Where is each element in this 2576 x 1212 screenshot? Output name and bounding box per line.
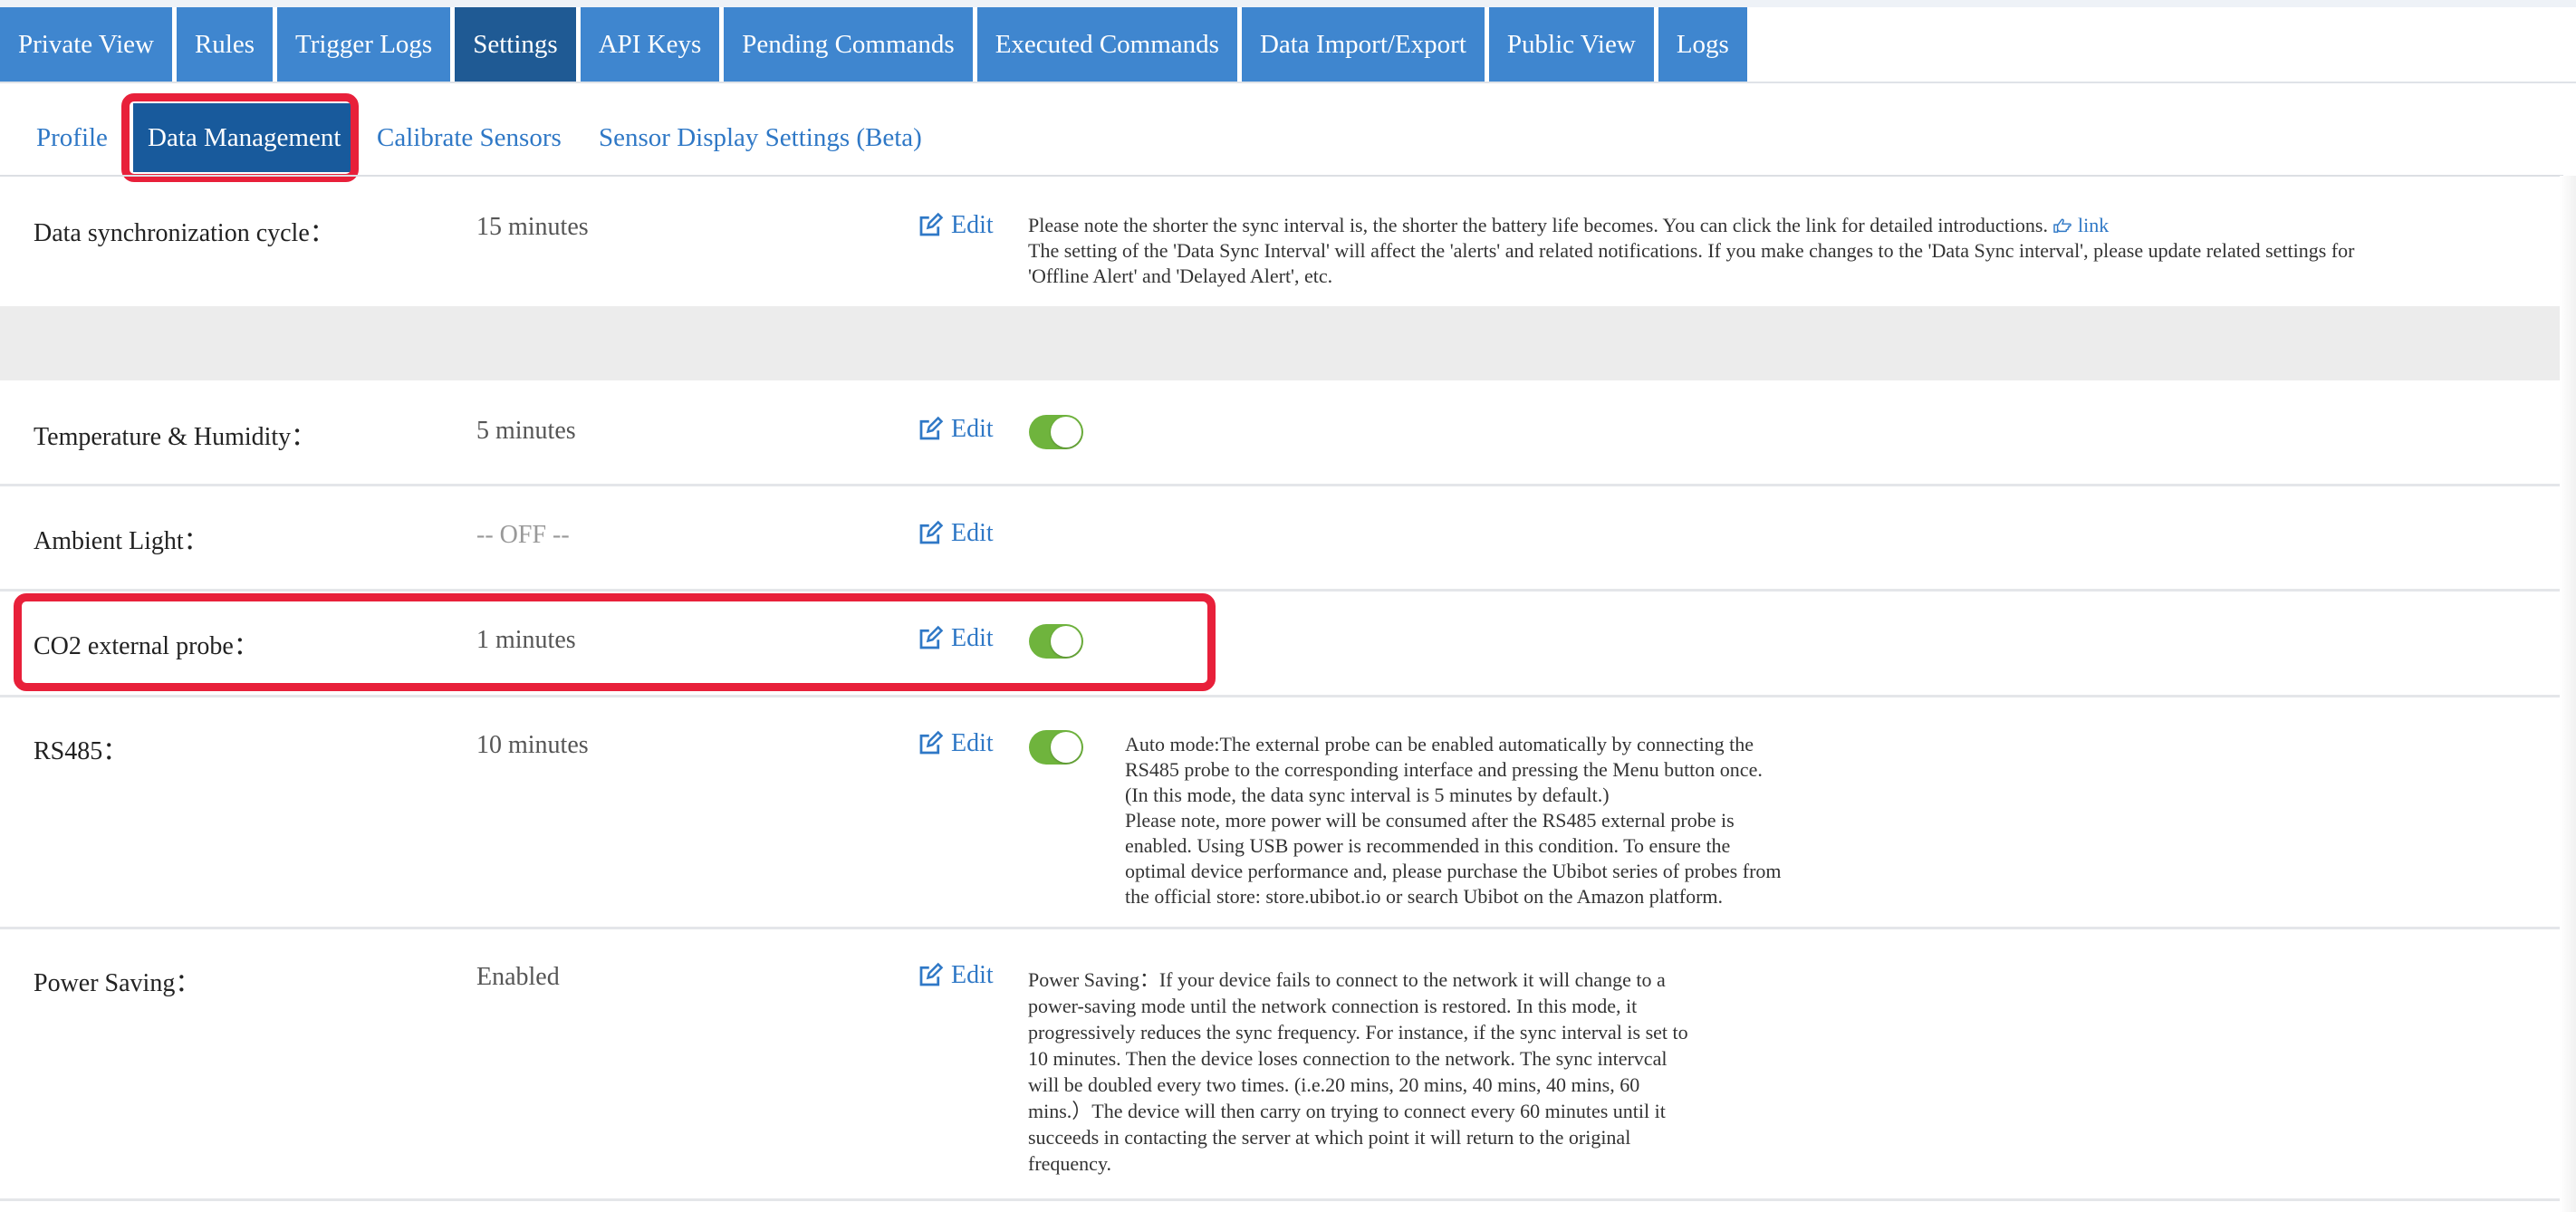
pointing-hand-icon bbox=[2053, 218, 2072, 233]
row-label: RS485： bbox=[34, 737, 129, 765]
sync-note: Please note the shorter the sync interva… bbox=[1028, 213, 2550, 289]
row-label: Temperature & Humidity： bbox=[34, 423, 317, 451]
subtab-profile[interactable]: Profile bbox=[36, 94, 108, 181]
edit-button[interactable]: Edit bbox=[917, 519, 994, 548]
power-note-line: mins.）The device will then carry on tryi… bbox=[1028, 1100, 1666, 1122]
sync-note-line: Please note the shorter the sync interva… bbox=[1028, 214, 2048, 236]
power-note-line: Power Saving：If your device fails to con… bbox=[1028, 968, 1666, 991]
edit-button[interactable]: Edit bbox=[917, 415, 994, 444]
row-value: -- OFF -- bbox=[476, 521, 570, 549]
rs485-note-line: Auto mode:The external probe can be enab… bbox=[1125, 733, 1754, 755]
row-value: 5 minutes bbox=[476, 417, 576, 445]
edit-icon bbox=[919, 962, 944, 986]
tab-executed-commands[interactable]: Executed Commands bbox=[976, 7, 1237, 82]
row-ambient-light: Ambient Light： -- OFF -- Edit bbox=[0, 486, 2563, 592]
toggle-knob bbox=[1051, 732, 1081, 763]
sync-note-line: 'Offline Alert' and 'Delayed Alert', etc… bbox=[1028, 265, 1333, 287]
row-power-saving: Power Saving： Enabled Edit Power Saving：… bbox=[0, 929, 2563, 1201]
power-note-line: will be doubled every two times. (i.e.20… bbox=[1028, 1073, 1640, 1096]
highlight-box-data-management bbox=[121, 93, 359, 182]
edit-button[interactable]: Edit bbox=[917, 961, 994, 990]
row-label: Power Saving： bbox=[34, 969, 201, 997]
row-rs485: RS485： 10 minutes Edit Auto mode:The ext… bbox=[0, 697, 2563, 929]
power-saving-note: Power Saving：If your device fails to con… bbox=[1028, 967, 1843, 1177]
power-note-line: 10 minutes. Then the device loses connec… bbox=[1028, 1047, 1668, 1070]
rs485-note-line: the official store: store.ubibot.io or s… bbox=[1125, 885, 1724, 908]
power-note-line: succeeds in contacting the server at whi… bbox=[1028, 1126, 1631, 1149]
tab-pending-commands[interactable]: Pending Commands bbox=[724, 7, 973, 82]
row-value: 10 minutes bbox=[476, 731, 589, 759]
power-note-line: power-saving mode until the network conn… bbox=[1028, 995, 1638, 1017]
rs485-note-line: enabled. Using USB power is recommended … bbox=[1125, 834, 1731, 857]
rs485-note-line: Please note, more power will be consumed… bbox=[1125, 809, 1735, 832]
rs485-note-line: (In this mode, the data sync interval is… bbox=[1125, 784, 1610, 806]
settings-subnav: Profile Data Management Calibrate Sensor… bbox=[0, 94, 2576, 181]
row-temperature-humidity: Temperature & Humidity： 5 minutes Edit bbox=[0, 380, 2563, 486]
edit-label: Edit bbox=[951, 729, 994, 757]
edit-icon bbox=[919, 730, 944, 755]
section-spacer bbox=[0, 306, 2563, 380]
highlight-box-co2-row bbox=[14, 593, 1216, 691]
edit-label: Edit bbox=[951, 211, 994, 239]
rs485-note-line: optimal device performance and, please p… bbox=[1125, 860, 1782, 882]
power-note-line: progressively reduces the sync frequency… bbox=[1028, 1021, 1688, 1044]
top-navigation: Private View Rules Trigger Logs Settings… bbox=[0, 7, 2576, 82]
toggle-knob bbox=[1051, 417, 1081, 447]
edit-icon bbox=[919, 212, 944, 236]
rs485-note: Auto mode:The external probe can be enab… bbox=[1125, 732, 1940, 909]
temperature-toggle[interactable] bbox=[1029, 415, 1083, 449]
edit-button[interactable]: Edit bbox=[917, 729, 994, 758]
row-data-sync-cycle: Data synchronization cycle： 15 minutes E… bbox=[0, 177, 2563, 306]
edit-icon bbox=[919, 520, 944, 544]
edit-label: Edit bbox=[951, 961, 994, 989]
tab-rules[interactable]: Rules bbox=[176, 7, 274, 82]
tab-private-view[interactable]: Private View bbox=[0, 7, 172, 82]
rs485-note-line: RS485 probe to the corresponding interfa… bbox=[1125, 758, 1763, 781]
power-note-line: frequency. bbox=[1028, 1152, 1112, 1175]
row-divider bbox=[0, 1198, 2563, 1201]
subtab-sensor-display-settings[interactable]: Sensor Display Settings (Beta) bbox=[599, 94, 922, 181]
edit-button[interactable]: Edit bbox=[917, 211, 994, 240]
subtab-calibrate-sensors[interactable]: Calibrate Sensors bbox=[377, 94, 562, 181]
scroll-edge bbox=[2560, 176, 2576, 1212]
tab-data-import-export[interactable]: Data Import/Export bbox=[1241, 7, 1485, 82]
tab-logs[interactable]: Logs bbox=[1658, 7, 1747, 82]
tab-public-view[interactable]: Public View bbox=[1488, 7, 1654, 82]
edit-label: Edit bbox=[951, 519, 994, 547]
row-value: Enabled bbox=[476, 963, 560, 991]
detail-link[interactable]: link bbox=[2052, 214, 2109, 236]
rs485-toggle[interactable] bbox=[1029, 730, 1083, 765]
row-value: 15 minutes bbox=[476, 213, 589, 241]
top-strip bbox=[0, 0, 2576, 7]
nav-divider bbox=[0, 82, 2576, 83]
tab-settings[interactable]: Settings bbox=[455, 7, 576, 82]
edit-label: Edit bbox=[951, 415, 994, 443]
sync-note-line: The setting of the 'Data Sync Interval' … bbox=[1028, 239, 2355, 262]
row-label: Ambient Light： bbox=[34, 527, 209, 555]
tab-trigger-logs[interactable]: Trigger Logs bbox=[277, 7, 451, 82]
edit-icon bbox=[919, 416, 944, 440]
row-label: Data synchronization cycle： bbox=[34, 219, 335, 247]
tab-api-keys[interactable]: API Keys bbox=[580, 7, 720, 82]
